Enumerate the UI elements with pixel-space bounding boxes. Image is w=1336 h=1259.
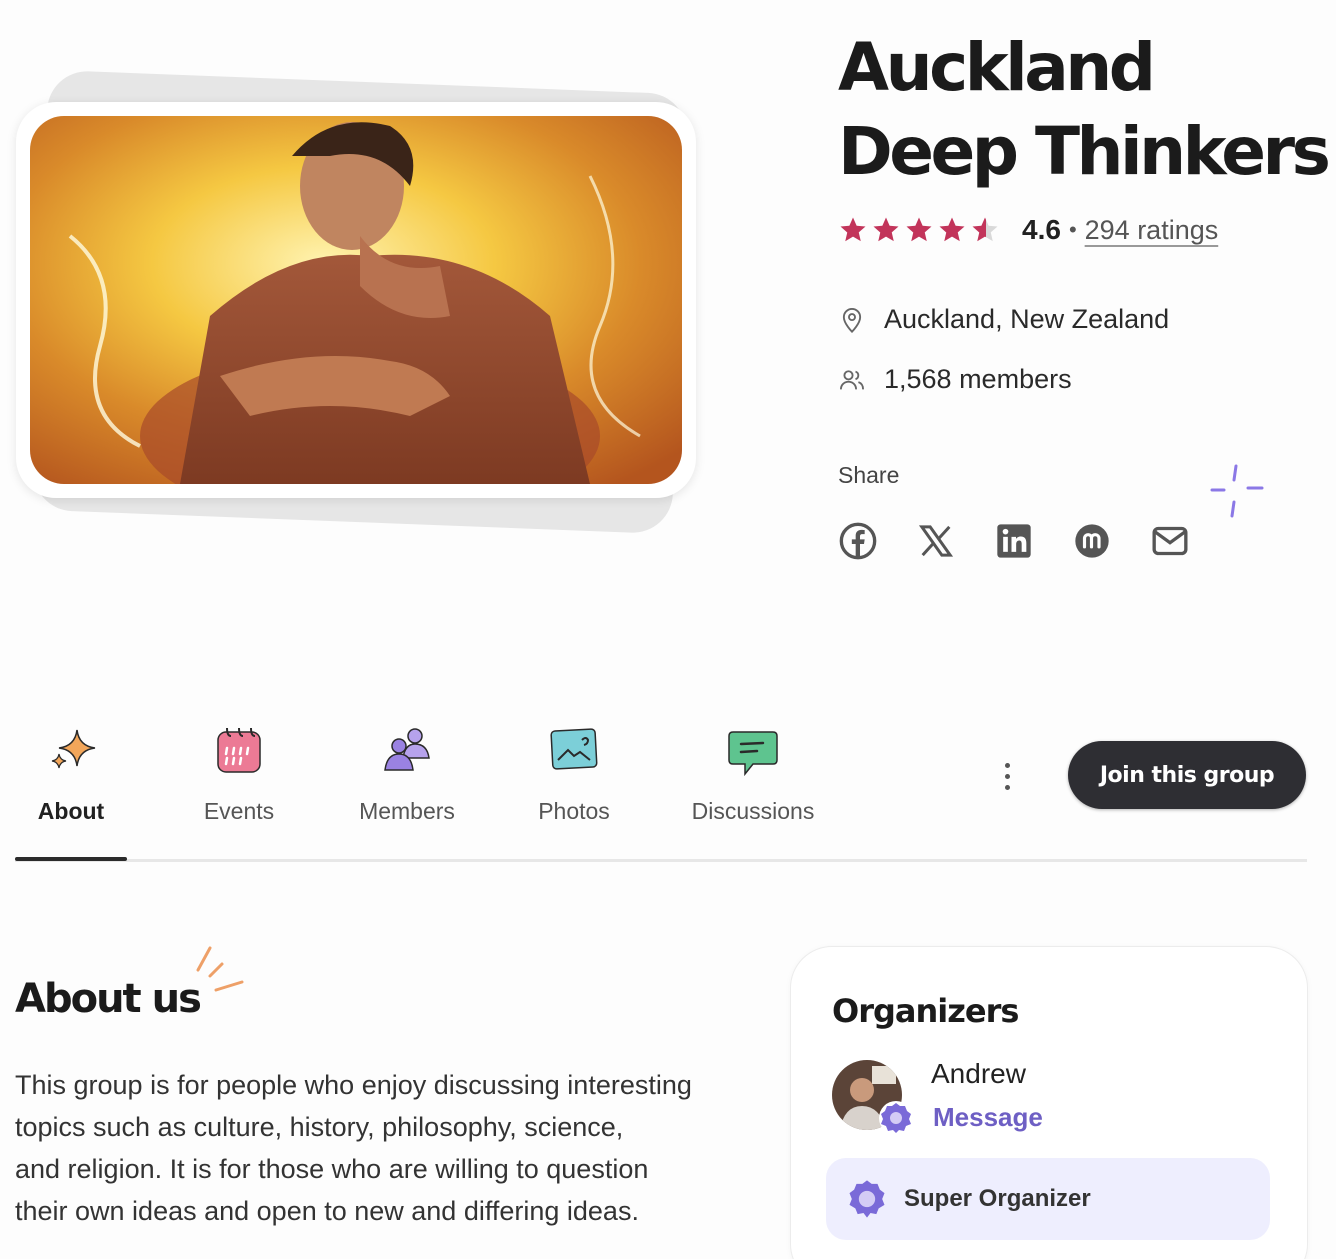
active-tab-indicator bbox=[15, 857, 127, 861]
photo-icon bbox=[550, 728, 598, 770]
rating-separator: • bbox=[1068, 217, 1077, 242]
more-options-button[interactable] bbox=[994, 756, 1020, 796]
organizers-heading: Organizers bbox=[832, 992, 1019, 1030]
tab-photos-label: Photos bbox=[538, 798, 610, 824]
group-members-count[interactable]: 1,568 members bbox=[838, 364, 1072, 395]
facebook-icon bbox=[839, 522, 877, 560]
share-buttons bbox=[838, 520, 1190, 562]
tab-members[interactable]: Members bbox=[349, 720, 465, 860]
organizer-name[interactable]: Andrew bbox=[931, 1058, 1026, 1090]
location-text: Auckland, New Zealand bbox=[884, 304, 1170, 334]
ratings-count-link[interactable]: 294 ratings bbox=[1085, 215, 1219, 246]
map-pin-icon bbox=[842, 307, 862, 333]
cover-photo bbox=[30, 116, 682, 484]
more-vertical-icon-dot bbox=[1004, 784, 1010, 790]
super-organizer-label: Super Organizer bbox=[904, 1185, 1091, 1212]
star-icon bbox=[939, 217, 965, 242]
about-heading: About us bbox=[15, 976, 202, 1022]
chat-icon bbox=[728, 731, 778, 777]
super-organizer-badge: Super Organizer bbox=[826, 1158, 1270, 1240]
tab-about-label: About bbox=[37, 798, 105, 824]
badge-icon bbox=[849, 1180, 885, 1218]
members-text: 1,568 members bbox=[884, 364, 1072, 394]
share-meetup-button[interactable] bbox=[1072, 520, 1112, 562]
about-line: topics such as culture, history, philoso… bbox=[15, 1112, 624, 1142]
tab-events[interactable]: Events bbox=[181, 720, 297, 860]
meetup-icon bbox=[1075, 524, 1109, 558]
tab-about[interactable]: About bbox=[15, 720, 127, 860]
rating-value: 4.6 bbox=[1022, 214, 1061, 245]
tab-events-label: Events bbox=[203, 798, 275, 824]
tab-photos[interactable]: Photos bbox=[521, 720, 627, 860]
more-vertical-icon-dot bbox=[1004, 773, 1010, 779]
sparkle-icon bbox=[51, 729, 96, 769]
people-icon bbox=[384, 728, 430, 771]
join-group-button[interactable]: Join this group bbox=[1068, 741, 1306, 809]
group-cover-image[interactable] bbox=[16, 102, 696, 498]
calendar-icon bbox=[217, 727, 261, 773]
share-facebook-button[interactable] bbox=[838, 520, 878, 562]
x-icon bbox=[918, 525, 954, 557]
email-icon bbox=[1152, 526, 1188, 556]
star-rating bbox=[838, 215, 1000, 245]
star-half-icon bbox=[972, 217, 998, 242]
about-line: their own ideas and open to new and diff… bbox=[15, 1196, 639, 1226]
share-label: Share bbox=[838, 462, 900, 488]
more-vertical-icon bbox=[1004, 762, 1010, 768]
linkedin-icon bbox=[997, 524, 1031, 558]
about-line: This group is for people who enjoy discu… bbox=[15, 1070, 692, 1100]
star-icon bbox=[840, 217, 866, 242]
group-title: Auckland Deep Thinkers bbox=[838, 26, 1331, 194]
star-icon bbox=[906, 217, 932, 242]
star-icon bbox=[873, 217, 899, 242]
about-line: and religion. It is for those who are wi… bbox=[15, 1154, 649, 1184]
super-organizer-badge-icon bbox=[879, 1101, 913, 1135]
tab-members-label: Members bbox=[359, 798, 455, 824]
group-title-line2: Deep Thinkers bbox=[838, 113, 1331, 190]
share-email-button[interactable] bbox=[1150, 520, 1190, 562]
share-x-button[interactable] bbox=[916, 520, 956, 562]
members-icon bbox=[839, 369, 865, 389]
share-linkedin-button[interactable] bbox=[994, 520, 1034, 562]
rating-row: 4.6 • 294 ratings bbox=[838, 212, 1218, 248]
group-location: Auckland, New Zealand bbox=[838, 304, 1169, 335]
tab-discussions[interactable]: Discussions bbox=[683, 720, 823, 860]
tabs-divider bbox=[15, 859, 1307, 862]
tab-discussions-label: Discussions bbox=[691, 798, 815, 824]
message-organizer-link[interactable]: Message bbox=[933, 1102, 1043, 1133]
sparkle-decoration-icon bbox=[1210, 464, 1264, 518]
about-description: This group is for people who enjoy discu… bbox=[15, 1064, 745, 1232]
accent-lines-icon bbox=[196, 946, 244, 992]
group-title-line1: Auckland bbox=[838, 29, 1156, 106]
